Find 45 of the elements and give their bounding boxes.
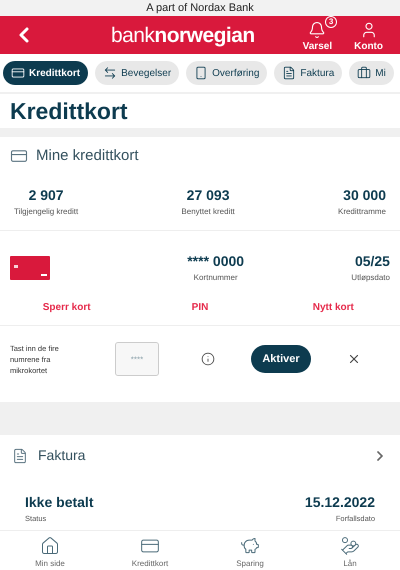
stat-value: 30 000 [343, 186, 386, 206]
card-picture-icon [10, 256, 50, 280]
tab[interactable]: Overføring [186, 61, 268, 85]
tab[interactable]: Kredittkort [3, 61, 88, 85]
card-action-link[interactable]: PIN [133, 300, 267, 316]
expiry-label: Utløpsdato [351, 272, 390, 284]
document-icon [282, 66, 296, 80]
logo: banknorwegian [110, 24, 255, 46]
info-icon[interactable] [201, 352, 215, 366]
section-title: Faktura [38, 446, 86, 465]
nav-item[interactable]: Lån [300, 536, 400, 570]
invoice-status: Ikke betalt [25, 493, 94, 512]
page-title: Kredittkort [10, 96, 128, 126]
card-number: **** 0000 [187, 252, 244, 272]
code-input-field[interactable]: **** [115, 342, 159, 376]
hand-coins-icon [340, 536, 360, 556]
phone-icon [194, 66, 208, 80]
briefcase-icon [357, 66, 372, 80]
nav-item[interactable]: Min side [0, 536, 100, 570]
card-action-link[interactable]: Sperr kort [0, 300, 134, 316]
stat-label: Kredittramme [338, 206, 386, 218]
due-date: 15.12.2022 [304, 493, 375, 512]
piggy-bank-icon [240, 536, 260, 556]
section-title: Mine kredittkort [36, 146, 139, 166]
credit-card-icon [11, 66, 25, 80]
stat-value: 27 093 [186, 186, 230, 206]
stat-label: Benyttet kreditt [181, 206, 235, 218]
document-icon [12, 446, 28, 464]
nav-item[interactable]: Kredittkort [100, 536, 200, 570]
notification-badge: 3 [325, 16, 338, 28]
tab[interactable]: Bevegelser [95, 61, 180, 85]
tab[interactable]: Faktura [274, 61, 342, 85]
arrows-icon [103, 66, 118, 80]
bell-icon [308, 21, 326, 39]
activate-button[interactable]: Aktiver [251, 345, 311, 374]
card-action-link[interactable]: Nytt kort [266, 300, 400, 316]
account-button[interactable]: Konto [349, 16, 388, 54]
notifications-button[interactable]: Varsel 3 [298, 16, 338, 54]
card-number-label: Kortnummer [194, 272, 238, 284]
nav-item[interactable]: Sparing [200, 536, 300, 570]
tab[interactable]: Mi [349, 61, 394, 85]
stat-label: Tilgjengelig kreditt [14, 206, 78, 218]
expiry-date: 05/25 [354, 252, 390, 272]
stat-value: 2 907 [28, 186, 64, 206]
house-icon [40, 536, 60, 556]
